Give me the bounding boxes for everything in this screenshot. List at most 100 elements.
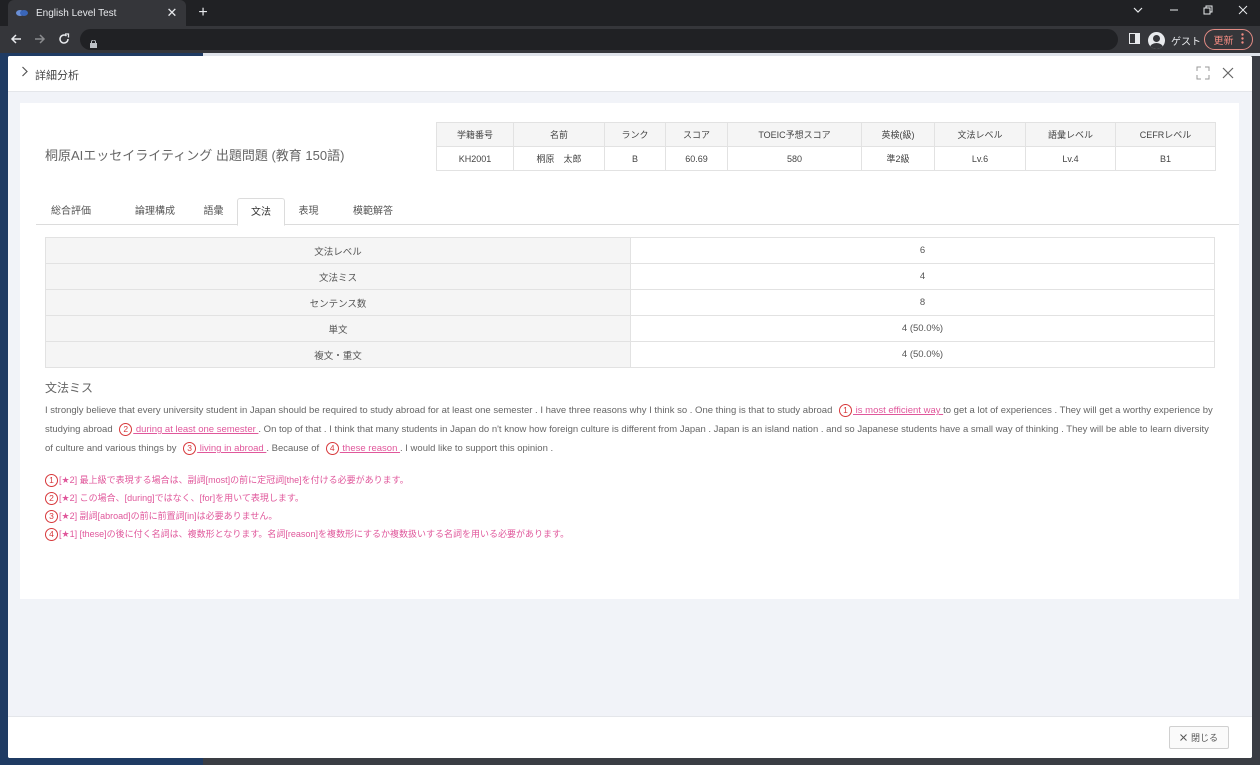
restore-icon[interactable] (1191, 0, 1225, 26)
note-marker-2: 2 (45, 492, 58, 505)
essay-segment: . Because of (266, 443, 322, 454)
note-marker-4: 4 (45, 528, 58, 541)
note-marker-1: 1 (45, 474, 58, 487)
grammar-error-1[interactable]: is most efficient way (853, 405, 943, 416)
cell-toeic: 580 (727, 146, 862, 171)
error-note: 2 [★2] この場合、[during]ではなく、[for]を用いて表現します。 (45, 490, 569, 508)
back-icon[interactable] (6, 30, 26, 50)
stat-value: 4 (630, 263, 1215, 290)
modal-header: 詳細分析 (8, 56, 1252, 92)
header-eiken: 英検(級) (861, 122, 935, 147)
modal-footer: 閉じる (8, 716, 1252, 758)
header-cefr: CEFRレベル (1115, 122, 1216, 147)
error-marker-4: 4 (325, 442, 339, 455)
table-row: 文法レベル 6 (45, 237, 1215, 264)
stat-label: 単文 (45, 315, 631, 342)
forward-icon[interactable] (30, 30, 50, 50)
avatar-icon (1148, 31, 1165, 49)
error-note: 4 [★1] [these]の後に付く名詞は、複数形となります。名詞[reason… (45, 526, 569, 544)
grammar-stats-table: 文法レベル 6 文法ミス 4 センテンス数 8 単文 4 (50.0%) 複文・… (45, 237, 1215, 368)
header-score: スコア (665, 122, 728, 147)
grammar-error-3[interactable]: living in abroad (197, 443, 266, 454)
stat-value: 8 (630, 289, 1215, 316)
stat-label: センテンス数 (45, 289, 631, 316)
error-note: 3 [★2] 副詞[abroad]の前に前置詞[in]は必要ありません。 (45, 508, 569, 526)
error-marker-3: 3 (183, 442, 197, 455)
cell-cefr: B1 (1115, 146, 1216, 171)
reload-icon[interactable] (54, 30, 74, 50)
note-marker-3: 3 (45, 510, 58, 523)
tab-overall[interactable]: 総合評価 (36, 198, 106, 225)
error-marker-2: 2 (119, 423, 133, 436)
lock-icon (90, 35, 97, 48)
tab-close-icon[interactable]: ✕ (166, 5, 178, 21)
cell-grammar-level: Lv.6 (934, 146, 1026, 171)
error-notes: 1 [★2] 最上級で表現する場合は、副詞[most]の前に定冠詞[the]を付け… (45, 472, 569, 544)
more-menu-icon[interactable] (1240, 32, 1244, 47)
header-toeic: TOEIC予想スコア (727, 122, 862, 147)
tab-vocabulary[interactable]: 語彙 (191, 198, 236, 225)
tab-grammar[interactable]: 文法 (237, 198, 285, 226)
fullscreen-icon[interactable] (1196, 66, 1210, 80)
cell-score: 60.69 (665, 146, 728, 171)
table-row: 文法ミス 4 (45, 263, 1215, 290)
browser-tabstrip: English Level Test ✕ + (0, 0, 1260, 26)
header-rank: ランク (604, 122, 666, 147)
tab-expression[interactable]: 表現 (286, 198, 331, 225)
note-text: [★2] 副詞[abroad]の前に前置詞[in]は必要ありません。 (59, 511, 278, 521)
update-button[interactable]: 更新 (1204, 29, 1253, 50)
table-row: 単文 4 (50.0%) (45, 315, 1215, 342)
grammar-error-2[interactable]: during at least one semester (133, 424, 258, 435)
cell-rank: B (604, 146, 666, 171)
site-favicon-icon (16, 9, 28, 17)
new-tab-button[interactable]: + (194, 3, 212, 23)
stat-label: 文法ミス (45, 263, 631, 290)
stat-label: 文法レベル (45, 237, 631, 264)
modal-close-icon[interactable] (1220, 62, 1236, 84)
tab-model-answer[interactable]: 模範解答 (338, 198, 408, 225)
grammar-error-4[interactable]: these reason (340, 443, 400, 454)
problem-title: 桐原AIエッセイライティング 出題問題 (教育 150語) (45, 148, 345, 163)
modal-title: 詳細分析 (35, 70, 79, 82)
browser-toolbar: ゲスト 更新 (0, 26, 1260, 53)
student-info-table: 学籍番号 名前 ランク スコア TOEIC予想スコア 英検(級) 文法レベル 語… (436, 122, 1216, 171)
tab-search-icon[interactable] (1121, 0, 1155, 26)
stat-label: 複文・重文 (45, 341, 631, 368)
analysis-card: 桐原AIエッセイライティング 出題問題 (教育 150語) 学籍番号 名前 ラン… (20, 103, 1239, 599)
essay-segment: . I would like to support this opinion . (400, 443, 554, 454)
chevron-right-icon (21, 66, 29, 80)
profile-label: ゲスト (1171, 36, 1201, 48)
minimize-icon[interactable] (1157, 0, 1191, 26)
stat-value: 6 (630, 237, 1215, 264)
essay-text: I strongly believe that every university… (45, 401, 1217, 458)
cell-eiken: 準2級 (861, 146, 935, 171)
student-table-header-row: 学籍番号 名前 ランク スコア TOEIC予想スコア 英検(級) 文法レベル 語… (436, 122, 1216, 147)
note-text: [★2] この場合、[during]ではなく、[for]を用いて表現します。 (59, 493, 304, 503)
cell-vocab-level: Lv.4 (1025, 146, 1116, 171)
error-marker-1: 1 (839, 404, 853, 417)
cell-student-id: KH2001 (436, 146, 514, 171)
profile-button[interactable]: ゲスト (1148, 30, 1201, 50)
note-text: [★1] [these]の後に付く名詞は、複数形となります。名詞[reason]… (59, 529, 570, 539)
update-label: 更新 (1213, 36, 1234, 47)
note-text: [★2] 最上級で表現する場合は、副詞[most]の前に定冠詞[the]を付ける… (59, 475, 409, 485)
header-name: 名前 (513, 122, 605, 147)
tab-title: English Level Test (36, 7, 117, 19)
stat-value: 4 (50.0%) (630, 341, 1215, 368)
window-close-icon[interactable] (1226, 0, 1260, 26)
essay-segment: I strongly believe that every university… (45, 405, 836, 416)
close-button[interactable]: 閉じる (1169, 726, 1229, 749)
header-student-id: 学籍番号 (436, 122, 514, 147)
student-table-row: KH2001 桐原 太郎 B 60.69 580 準2級 Lv.6 Lv.4 B… (436, 146, 1216, 171)
close-button-label: 閉じる (1190, 733, 1218, 743)
address-bar[interactable] (80, 29, 1118, 50)
analysis-tabs: 総合評価 論理構成 語彙 文法 表現 模範解答 (36, 198, 1239, 226)
table-row: 複文・重文 4 (50.0%) (45, 341, 1215, 368)
browser-tab[interactable]: English Level Test ✕ (8, 0, 186, 26)
header-grammar-level: 文法レベル (934, 122, 1026, 147)
sidepanel-icon[interactable] (1124, 30, 1144, 50)
close-x-icon (1180, 733, 1187, 743)
detail-analysis-modal: 詳細分析 桐原AIエッセイライティング 出題問題 (教育 150語) 学籍番号 … (8, 56, 1252, 758)
cell-name: 桐原 太郎 (513, 146, 605, 171)
tab-logic[interactable]: 論理構成 (120, 198, 190, 225)
